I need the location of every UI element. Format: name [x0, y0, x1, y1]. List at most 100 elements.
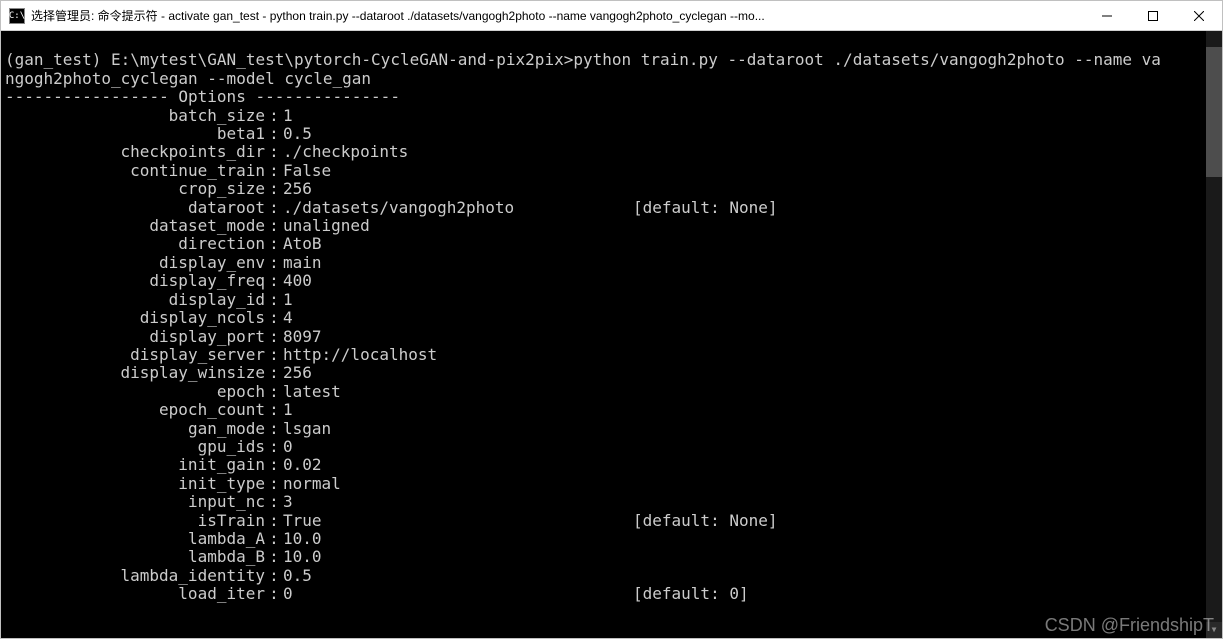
option-separator: : [265, 199, 283, 217]
option-separator: : [265, 512, 283, 530]
option-row: lambda_A:10.0 [5, 530, 1218, 548]
option-key: init_gain [5, 456, 265, 474]
option-key: display_id [5, 291, 265, 309]
minimize-button[interactable] [1084, 1, 1130, 30]
option-key: epoch_count [5, 401, 265, 419]
option-key: input_nc [5, 493, 265, 511]
option-value: 10.0 [283, 548, 633, 566]
option-key: batch_size [5, 107, 265, 125]
option-key: continue_train [5, 162, 265, 180]
option-separator: : [265, 180, 283, 198]
option-key: epoch [5, 383, 265, 401]
option-row: direction:AtoB [5, 235, 1218, 253]
titlebar[interactable]: C:\ 选择管理员: 命令提示符 - activate gan_test - p… [1, 1, 1222, 31]
option-separator: : [265, 162, 283, 180]
option-value: lsgan [283, 420, 633, 438]
option-key: beta1 [5, 125, 265, 143]
option-value: 400 [283, 272, 633, 290]
option-value: 1 [283, 107, 633, 125]
option-key: checkpoints_dir [5, 143, 265, 161]
option-value: True [283, 512, 633, 530]
option-separator: : [265, 254, 283, 272]
option-value: 4 [283, 309, 633, 327]
option-row: init_gain:0.02 [5, 456, 1218, 474]
option-key: crop_size [5, 180, 265, 198]
option-separator: : [265, 420, 283, 438]
option-row: gan_mode:lsgan [5, 420, 1218, 438]
option-key: display_server [5, 346, 265, 364]
option-value: AtoB [283, 235, 633, 253]
option-key: load_iter [5, 585, 265, 603]
option-row: dataroot:./datasets/vangogh2photo[defaul… [5, 199, 1218, 217]
option-key: gpu_ids [5, 438, 265, 456]
option-row: init_type:normal [5, 475, 1218, 493]
option-value: 3 [283, 493, 633, 511]
option-value: ./checkpoints [283, 143, 633, 161]
option-separator: : [265, 585, 283, 603]
window-controls [1084, 1, 1222, 30]
window-title: 选择管理员: 命令提示符 - activate gan_test - pytho… [31, 7, 1084, 24]
prompt-line-2: ngogh2photo_cyclegan --model cycle_gan [5, 69, 371, 88]
option-row: display_port:8097 [5, 328, 1218, 346]
option-value: 8097 [283, 328, 633, 346]
option-value: 0.02 [283, 456, 633, 474]
option-key: display_ncols [5, 309, 265, 327]
option-row: display_env:main [5, 254, 1218, 272]
maximize-button[interactable] [1130, 1, 1176, 30]
option-value: normal [283, 475, 633, 493]
prompt-line-1: (gan_test) E:\mytest\GAN_test\pytorch-Cy… [5, 50, 1161, 69]
option-row: display_id:1 [5, 291, 1218, 309]
option-separator: : [265, 107, 283, 125]
option-value: 1 [283, 401, 633, 419]
option-value: 0.5 [283, 567, 633, 585]
option-key: display_freq [5, 272, 265, 290]
option-row: epoch:latest [5, 383, 1218, 401]
scrollbar-vertical[interactable]: ▲ ▼ [1206, 31, 1222, 638]
option-key: direction [5, 235, 265, 253]
option-row: load_iter:0[default: 0] [5, 585, 1218, 603]
option-row: display_winsize:256 [5, 364, 1218, 382]
option-default: [default: 0] [633, 585, 749, 603]
option-key: display_port [5, 328, 265, 346]
option-key: dataroot [5, 199, 265, 217]
option-row: continue_train:False [5, 162, 1218, 180]
option-value: main [283, 254, 633, 272]
option-separator: : [265, 456, 283, 474]
option-value: ./datasets/vangogh2photo [283, 199, 633, 217]
option-row: display_server:http://localhost [5, 346, 1218, 364]
option-row: lambda_B:10.0 [5, 548, 1218, 566]
option-separator: : [265, 328, 283, 346]
option-value: unaligned [283, 217, 633, 235]
option-row: isTrain:True[default: None] [5, 512, 1218, 530]
option-value: 0.5 [283, 125, 633, 143]
option-separator: : [265, 309, 283, 327]
option-separator: : [265, 235, 283, 253]
option-separator: : [265, 567, 283, 585]
option-key: lambda_B [5, 548, 265, 566]
option-separator: : [265, 530, 283, 548]
cmd-icon: C:\ [9, 8, 25, 24]
option-row: dataset_mode:unaligned [5, 217, 1218, 235]
scroll-thumb[interactable] [1206, 47, 1222, 177]
option-separator: : [265, 438, 283, 456]
option-value: 10.0 [283, 530, 633, 548]
option-separator: : [265, 346, 283, 364]
option-separator: : [265, 401, 283, 419]
option-key: gan_mode [5, 420, 265, 438]
terminal-output[interactable]: (gan_test) E:\mytest\GAN_test\pytorch-Cy… [1, 31, 1222, 638]
watermark: CSDN @FriendshipT [1045, 616, 1214, 634]
option-row: display_ncols:4 [5, 309, 1218, 327]
option-default: [default: None] [633, 512, 778, 530]
option-key: lambda_identity [5, 567, 265, 585]
scroll-down-button[interactable]: ▼ [1206, 622, 1222, 638]
option-value: 0 [283, 585, 633, 603]
option-value: 256 [283, 364, 633, 382]
option-value: 256 [283, 180, 633, 198]
option-value: latest [283, 383, 633, 401]
close-button[interactable] [1176, 1, 1222, 30]
option-key: isTrain [5, 512, 265, 530]
option-value: 1 [283, 291, 633, 309]
option-row: beta1:0.5 [5, 125, 1218, 143]
option-key: lambda_A [5, 530, 265, 548]
option-separator: : [265, 272, 283, 290]
